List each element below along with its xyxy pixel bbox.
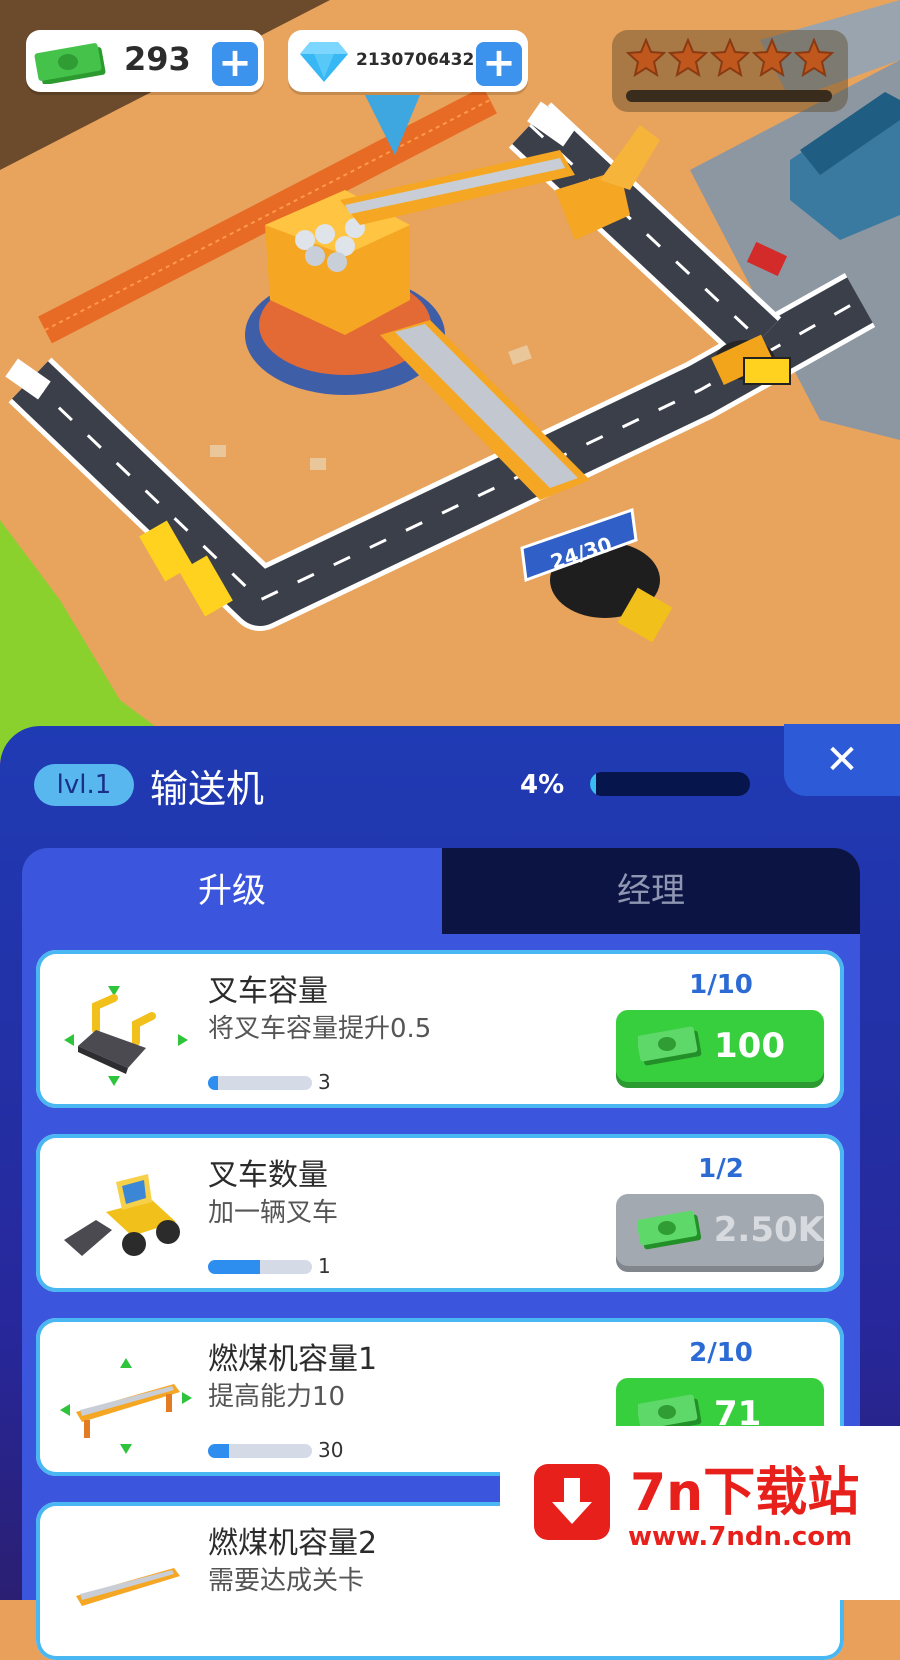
upgrade-level-bar: [208, 1444, 312, 1458]
cash-icon: [638, 1210, 702, 1250]
star-icon: [668, 38, 708, 78]
star-rating[interactable]: [612, 30, 848, 112]
upgrade-level-bar: [208, 1076, 312, 1090]
game-scene[interactable]: 24/30: [0, 0, 900, 760]
add-money-button[interactable]: +: [212, 42, 258, 86]
upgrade-count: 2/10: [689, 1338, 753, 1368]
conveyor-icon: [76, 1568, 180, 1606]
level-badge: lvl.1: [34, 764, 134, 806]
tab-manager[interactable]: 经理: [442, 848, 860, 934]
download-logo-icon: [534, 1464, 610, 1540]
add-gems-button[interactable]: +: [476, 42, 522, 86]
star-icon: [626, 38, 666, 78]
star-icon: [794, 38, 834, 78]
star-icon: [710, 38, 750, 78]
factory-map: 24/30: [0, 0, 900, 760]
upgrade-level-number: 30: [318, 1438, 344, 1462]
upgrade-level-bar: [208, 1260, 312, 1274]
cash-icon: [34, 43, 106, 84]
gem-icon: [300, 42, 348, 82]
upgrade-name: 燃煤机容量2: [208, 1526, 378, 1561]
upgrade-level-number: 3: [318, 1070, 331, 1094]
buy-button-disabled[interactable]: 2.50K: [616, 1194, 824, 1266]
upgrade-count: 1/2: [698, 1154, 744, 1184]
upgrade-desc: 需要达成关卡: [208, 1566, 365, 1596]
watermark-title: 7n下载站: [630, 1463, 860, 1523]
upgrade-level-fill: [208, 1444, 229, 1458]
upgrade-name: 燃煤机容量1: [208, 1342, 378, 1377]
cash-icon: [638, 1026, 702, 1066]
upgrade-level-number: 1: [318, 1254, 331, 1278]
panel-title: 输送机: [150, 767, 265, 811]
gem-counter: 2130706432 +: [288, 30, 528, 92]
buy-price: 2.50K: [713, 1210, 824, 1250]
upgrade-card-forklift-count: 叉车数量 加一辆叉车 1 1/2 2.50K: [36, 1134, 844, 1292]
progress-percent: 4%: [520, 770, 565, 800]
upgrade-name: 叉车容量: [208, 974, 328, 1009]
star-icon: [752, 38, 792, 78]
watermark: 7n下载站 www.7ndn.com: [500, 1426, 900, 1600]
conveyor-icon: [60, 1358, 192, 1454]
upgrade-desc: 加一辆叉车: [208, 1198, 339, 1228]
upgrade-level-fill: [208, 1076, 219, 1090]
upgrade-card-forklift-capacity: 叉车容量 将叉车容量提升0.5 3 1/10 100: [36, 950, 844, 1108]
close-button[interactable]: ✕: [784, 724, 900, 796]
buy-price: 100: [714, 1026, 785, 1066]
upgrade-desc: 提高能力10: [208, 1382, 346, 1412]
tab-upgrade[interactable]: 升级: [22, 848, 442, 934]
upgrade-count: 1/10: [689, 970, 753, 1000]
progress-bar: [590, 772, 750, 796]
upgrade-desc: 将叉车容量提升0.5: [208, 1014, 432, 1044]
upgrade-level-fill: [208, 1260, 260, 1274]
upgrade-name: 叉车数量: [208, 1158, 328, 1193]
buy-button[interactable]: 100: [616, 1010, 824, 1082]
forklift-arms-icon: [64, 986, 188, 1086]
money-counter: 293 +: [26, 30, 264, 92]
gem-value: 2130706432: [356, 50, 475, 70]
money-value: 293: [124, 40, 191, 78]
star-progress-bar: [626, 90, 832, 102]
watermark-url: www.7ndn.com: [628, 1522, 853, 1552]
bulldozer-icon: [64, 1174, 180, 1256]
